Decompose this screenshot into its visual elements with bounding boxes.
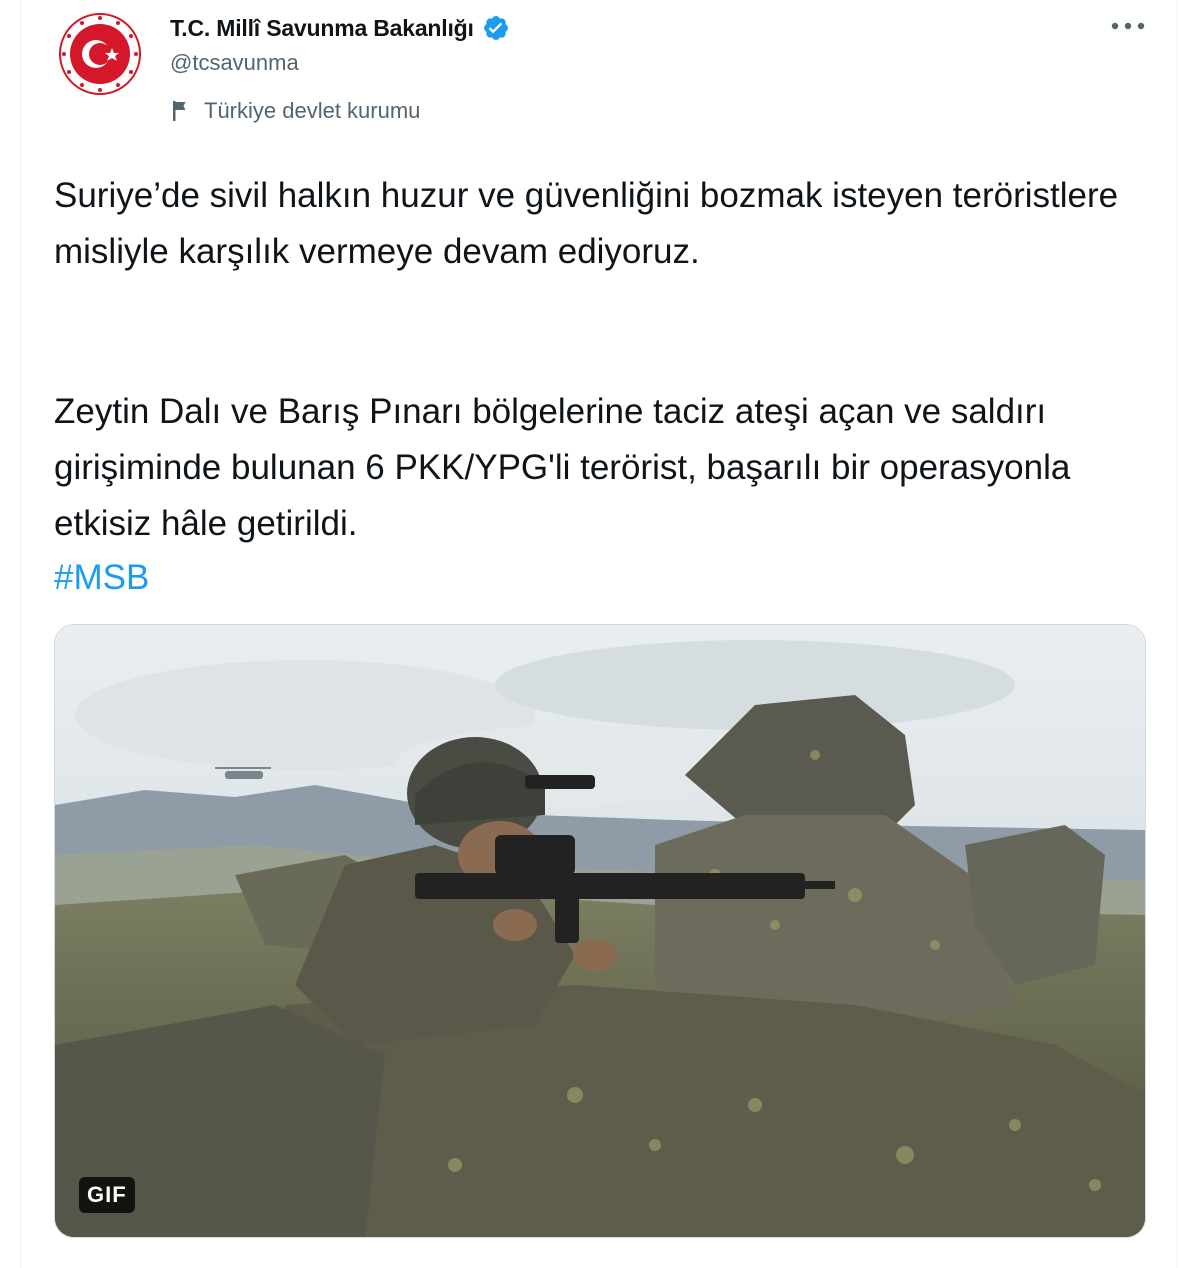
author-name-row[interactable]: T.C. Millî Savunma Bakanlığı bbox=[170, 12, 510, 44]
tweet-text-paragraph: Zeytin Dalı ve Barış Pınarı bölgelerine … bbox=[54, 392, 1071, 543]
verified-badge-icon bbox=[482, 14, 510, 42]
avatar[interactable] bbox=[56, 10, 144, 98]
gif-badge: GIF bbox=[79, 1177, 135, 1213]
account-label[interactable]: Türkiye devlet kurumu bbox=[170, 96, 420, 126]
flag-icon bbox=[170, 99, 194, 123]
more-options-icon bbox=[1111, 22, 1145, 30]
author-display-name[interactable]: T.C. Millî Savunma Bakanlığı bbox=[170, 15, 474, 42]
msb-emblem-icon bbox=[56, 10, 144, 98]
more-options-button[interactable] bbox=[1108, 14, 1148, 38]
hashtag-link[interactable]: #MSB bbox=[54, 550, 149, 606]
tweet-text-paragraph: Suriye’de sivil halkın huzur ve güvenliğ… bbox=[54, 176, 1119, 271]
tweet-media-gif[interactable]: GIF bbox=[54, 624, 1146, 1238]
account-label-text: Türkiye devlet kurumu bbox=[204, 98, 421, 123]
author-handle[interactable]: @tcsavunma bbox=[170, 50, 299, 76]
media-image bbox=[55, 625, 1145, 1237]
